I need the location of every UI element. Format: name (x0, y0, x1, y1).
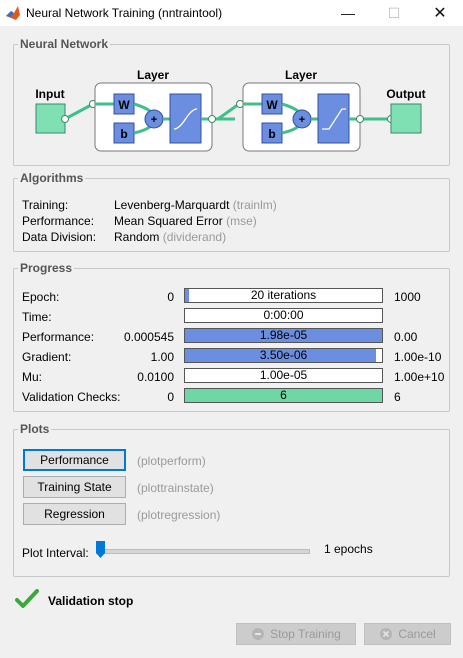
plot-interval-label: Plot Interval: (22, 546, 89, 560)
progress-performance-end: 0.00 (394, 330, 418, 344)
algorithm-training-label: Training: (22, 198, 69, 212)
layer1-label: Layer (137, 68, 169, 82)
algorithm-division-label: Data Division: (22, 230, 97, 244)
layer1-weight-label: W (118, 98, 130, 112)
progress-epoch-start: 0 (167, 290, 174, 304)
stop-training-label: Stop Training (270, 627, 341, 641)
progress-gradient-start: 1.00 (150, 350, 174, 364)
input-box (35, 103, 66, 134)
layer2-weight-label: W (266, 98, 278, 112)
progress-validation-bar: 6 (184, 388, 383, 403)
matlab-logo-icon (6, 6, 20, 20)
algorithm-performance-hint: (mse) (226, 214, 257, 228)
input-label: Input (35, 87, 64, 101)
progress-time-label: Time: (22, 310, 52, 324)
progress-validation-end: 6 (394, 390, 401, 404)
progress-epoch-end: 1000 (394, 290, 421, 304)
group-label-algorithms: Algorithms (18, 171, 86, 185)
progress-performance-bar-text: 1.98e-05 (259, 328, 308, 342)
maximize-button[interactable]: ☐ (371, 0, 417, 26)
layer1-sum-symbol: + (151, 114, 157, 126)
algorithm-performance-label: Performance: (22, 214, 95, 228)
group-label-progress: Progress (18, 261, 75, 275)
progress-validation-bar-text: 6 (280, 388, 287, 402)
progress-gradient-label: Gradient: (22, 350, 72, 364)
layer2-transfer (317, 93, 350, 144)
regression-plot-button[interactable]: Regression (23, 503, 126, 525)
performance-plot-hint: (plotperform) (137, 454, 206, 468)
progress-validation-start: 0 (167, 390, 174, 404)
minimize-icon: — (341, 5, 355, 21)
algorithm-division-value: Random (114, 230, 160, 244)
performance-plot-button[interactable]: Performance (23, 449, 126, 471)
training-state-plot-button[interactable]: Training State (23, 476, 126, 498)
network-diagram: Input Layer W b + Layer W b + Output (35, 68, 426, 152)
maximize-icon: ☐ (387, 4, 401, 21)
group-label-plots: Plots (18, 422, 52, 436)
algorithm-division-row: Random (dividerand) (114, 230, 226, 244)
algorithm-performance-value: Mean Squared Error (114, 214, 223, 228)
progress-gradient-end: 1.00e-10 (394, 350, 442, 364)
close-button[interactable]: ✕ (417, 0, 463, 26)
title-bar: Neural Network Training (nntraintool) — … (0, 0, 463, 26)
algorithm-training-row: Levenberg-Marquardt (trainlm) (114, 198, 277, 212)
progress-epoch-bar-text: 20 iterations (250, 288, 317, 302)
layer2-label: Layer (285, 68, 317, 82)
algorithm-training-value: Levenberg-Marquardt (114, 198, 230, 212)
slider-track (96, 549, 310, 554)
stop-training-button[interactable]: Stop Training (236, 623, 356, 645)
progress-gradient-bar-text: 3.50e-06 (259, 348, 308, 362)
training-state-plot-hint: (plottrainstate) (137, 481, 214, 495)
algorithm-training-hint: (trainlm) (232, 198, 277, 212)
slider-thumb[interactable] (96, 541, 105, 558)
progress-epoch-bar: 20 iterations (184, 288, 383, 303)
progress-mu-end: 1.00e+10 (394, 370, 445, 384)
stop-icon (252, 628, 265, 640)
cancel-icon (380, 628, 393, 640)
progress-epoch-label: Epoch: (22, 290, 60, 304)
layer2-bias-label: b (268, 127, 275, 141)
layer1-bias-label: b (120, 127, 127, 141)
progress-mu-bar: 1.00e-05 (184, 368, 383, 383)
regression-plot-hint: (plotregression) (137, 508, 221, 522)
algorithm-division-hint: (dividerand) (162, 230, 227, 244)
cancel-label: Cancel (398, 627, 436, 641)
check-icon (15, 589, 39, 608)
progress-time-bar-text: 0:00:00 (263, 308, 304, 322)
minimize-button[interactable]: — (325, 0, 371, 26)
progress-validation-label: Validation Checks: (22, 390, 121, 404)
progress-time-bar: 0:00:00 (184, 308, 383, 323)
close-icon: ✕ (433, 5, 447, 22)
output-label: Output (386, 87, 425, 101)
progress-mu-bar-text: 1.00e-05 (259, 368, 308, 382)
progress-performance-label: Performance: (22, 330, 95, 344)
progress-mu-label: Mu: (22, 370, 43, 384)
progress-mu-start: 0.0100 (137, 370, 174, 384)
status-text: Validation stop (48, 594, 134, 608)
progress-performance-bar: 1.98e-05 (184, 328, 383, 343)
algorithm-performance-row: Mean Squared Error (mse) (114, 214, 257, 228)
progress-performance-start: 0.000545 (123, 330, 174, 344)
output-box (390, 103, 422, 134)
plot-interval-value: 1 epochs (324, 542, 373, 556)
progress-gradient-bar: 3.50e-06 (184, 348, 383, 363)
window-title: Neural Network Training (nntraintool) (26, 6, 223, 20)
cancel-button[interactable]: Cancel (364, 623, 451, 645)
layer2-sum-symbol: + (299, 114, 305, 126)
plot-interval-slider[interactable] (96, 541, 310, 561)
